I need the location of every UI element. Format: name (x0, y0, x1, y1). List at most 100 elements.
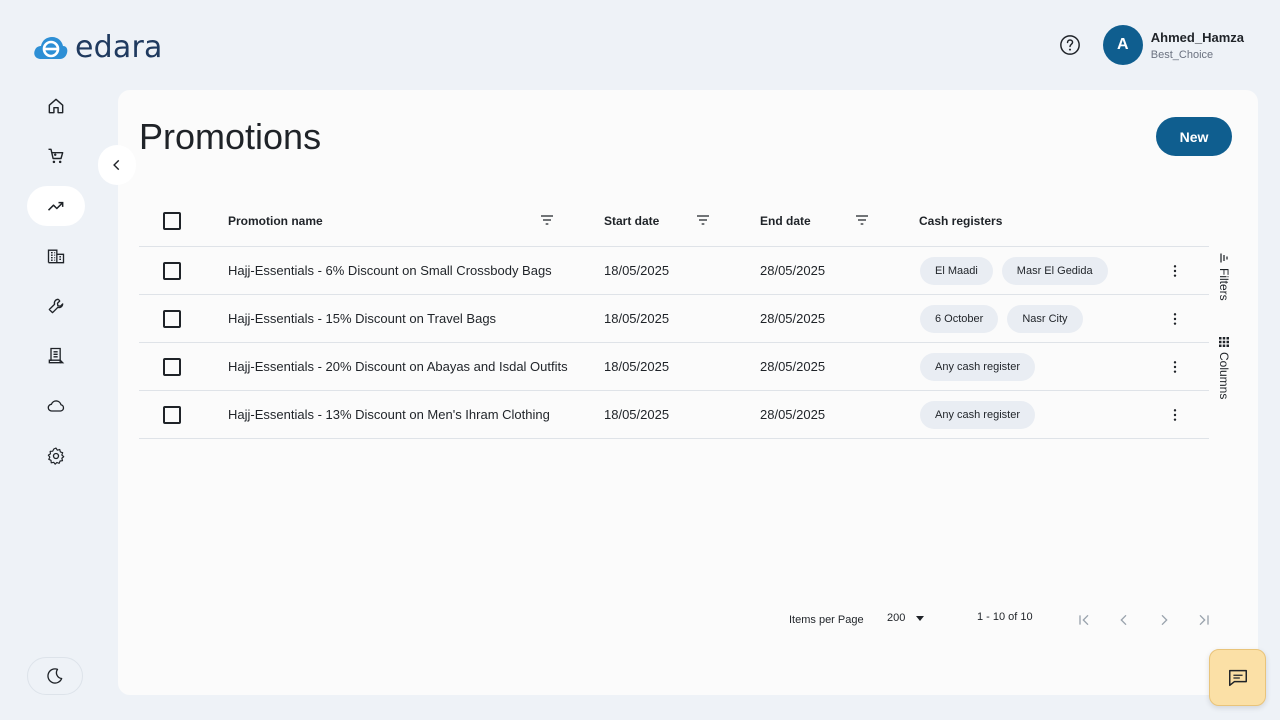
column-header-end-date[interactable]: End date (760, 195, 811, 246)
filter-icon (1220, 253, 1228, 263)
user-name: Ahmed_Hamza (1150, 29, 1244, 45)
cash-registers-cell: El Maadi Masr El Gedida (920, 247, 1117, 294)
filters-tab[interactable]: Filters (1214, 252, 1234, 301)
gear-icon (47, 447, 65, 465)
row-select-cell (163, 247, 181, 294)
pagination-range: 1 - 10 of 10 (977, 611, 1033, 623)
cash-register-chip[interactable]: Any cash register (920, 352, 1035, 381)
page-size-select[interactable]: 200 (887, 612, 925, 624)
app-logo[interactable]: edara (31, 30, 163, 65)
sidebar-item-sales[interactable] (27, 136, 85, 176)
row-checkbox[interactable] (163, 261, 181, 280)
trending-up-icon (47, 201, 64, 211)
start-date: 18/05/2025 (604, 359, 670, 374)
row-select-cell (163, 391, 181, 438)
promotion-name[interactable]: Hajj-Essentials - 6% Discount on Small C… (228, 247, 552, 294)
promotions-table: Promotion name Start date End date Cash … (139, 195, 1209, 439)
table-header: Promotion name Start date End date Cash … (139, 195, 1209, 247)
more-vertical-icon (1173, 409, 1177, 421)
last-page-icon (1199, 614, 1209, 626)
row-checkbox[interactable] (163, 357, 181, 376)
page-title: Promotions (139, 116, 322, 157)
filter-name-icon[interactable] (539, 212, 555, 228)
row-actions-menu[interactable] (1165, 309, 1185, 329)
more-vertical-icon (1173, 265, 1177, 277)
start-date: 18/05/2025 (604, 407, 670, 422)
table-row[interactable]: Hajj-Essentials - 15% Discount on Travel… (139, 295, 1209, 343)
sidebar-item-branches[interactable] (27, 236, 85, 276)
table-row[interactable]: Hajj-Essentials - 6% Discount on Small C… (139, 247, 1209, 295)
start-date: 18/05/2025 (604, 311, 670, 326)
filters-label: Filters (1217, 268, 1231, 301)
row-checkbox[interactable] (163, 405, 181, 424)
filter-start-date-icon[interactable] (695, 212, 711, 228)
cash-register-chip[interactable]: El Maadi (920, 256, 993, 285)
cash-register-chip[interactable]: 6 October (920, 304, 999, 333)
chevron-left-icon (113, 159, 120, 171)
building-icon (47, 249, 65, 264)
sidebar-item-settings[interactable] (27, 436, 85, 476)
promotion-name[interactable]: Hajj-Essentials - 20% Discount on Abayas… (228, 343, 568, 390)
sidebar-item-tools[interactable] (27, 286, 85, 326)
cash-register-chip[interactable]: Nasr City (1007, 304, 1083, 333)
sidebar-item-reports[interactable] (27, 336, 85, 376)
side-tool-panel: Filters Columns (1214, 252, 1234, 434)
column-header-cash-registers[interactable]: Cash registers (919, 195, 1002, 246)
help-icon[interactable] (1059, 34, 1081, 56)
theme-toggle-button[interactable] (27, 657, 83, 695)
organization-name: Best_Choice (1150, 48, 1214, 61)
row-actions-menu[interactable] (1165, 261, 1185, 281)
receipt-icon (48, 347, 65, 364)
chat-support-button[interactable] (1209, 649, 1266, 706)
chevron-right-icon (1161, 614, 1168, 626)
logo-text: edara (75, 30, 163, 65)
pagination-bar: Items per Page 200 1 - 10 of 10 (118, 607, 1258, 633)
main-panel: Promotions New Promotion name Start date… (118, 90, 1258, 695)
edara-logo-icon (34, 36, 68, 59)
cart-icon (48, 148, 64, 164)
chat-icon (1228, 669, 1247, 686)
sidebar-item-home[interactable] (27, 86, 85, 126)
sidebar-item-cloud[interactable] (27, 386, 85, 426)
end-date: 28/05/2025 (760, 407, 826, 422)
next-page-button[interactable] (1153, 609, 1175, 631)
new-promotion-button[interactable]: New (1156, 117, 1232, 156)
filter-end-date-icon[interactable] (854, 212, 870, 228)
promotion-name[interactable]: Hajj-Essentials - 13% Discount on Men's … (228, 391, 550, 438)
column-header-name[interactable]: Promotion name (228, 195, 323, 246)
user-info[interactable]: Ahmed_Hamza Best_Choice (1151, 30, 1244, 61)
column-header-start-date[interactable]: Start date (604, 195, 659, 246)
items-per-page-label: Items per Page (789, 614, 864, 626)
select-all-cell (163, 195, 181, 246)
page-size-value: 200 (887, 612, 906, 624)
caret-down-icon (916, 616, 925, 621)
end-date: 28/05/2025 (760, 359, 826, 374)
columns-tab[interactable]: Columns (1214, 336, 1234, 399)
row-actions-menu[interactable] (1165, 357, 1185, 377)
avatar[interactable]: A (1102, 25, 1143, 65)
first-page-icon (1079, 614, 1089, 626)
cash-register-chip[interactable]: Masr El Gedida (1001, 256, 1108, 285)
wrench-icon (48, 298, 64, 314)
user-header: A Ahmed_Hamza Best_Choice (1059, 25, 1244, 65)
previous-page-button[interactable] (1113, 609, 1135, 631)
row-checkbox[interactable] (163, 309, 181, 328)
sidebar-nav (27, 86, 85, 486)
last-page-button[interactable] (1193, 609, 1215, 631)
row-select-cell (163, 343, 181, 390)
table-row[interactable]: Hajj-Essentials - 20% Discount on Abayas… (139, 343, 1209, 391)
columns-grid-icon (1219, 336, 1229, 347)
cash-register-chip[interactable]: Any cash register (920, 400, 1035, 429)
sidebar-item-promotions[interactable] (27, 186, 85, 226)
first-page-button[interactable] (1073, 609, 1095, 631)
cash-registers-cell: Any cash register (920, 343, 1044, 390)
select-all-checkbox[interactable] (163, 211, 181, 230)
collapse-sidebar-button[interactable] (98, 145, 136, 185)
promotion-name[interactable]: Hajj-Essentials - 15% Discount on Travel… (228, 295, 496, 342)
end-date: 28/05/2025 (760, 311, 826, 326)
start-date: 18/05/2025 (604, 263, 670, 278)
row-actions-menu[interactable] (1165, 405, 1185, 425)
more-vertical-icon (1173, 361, 1177, 373)
row-select-cell (163, 295, 181, 342)
table-row[interactable]: Hajj-Essentials - 13% Discount on Men's … (139, 391, 1209, 439)
